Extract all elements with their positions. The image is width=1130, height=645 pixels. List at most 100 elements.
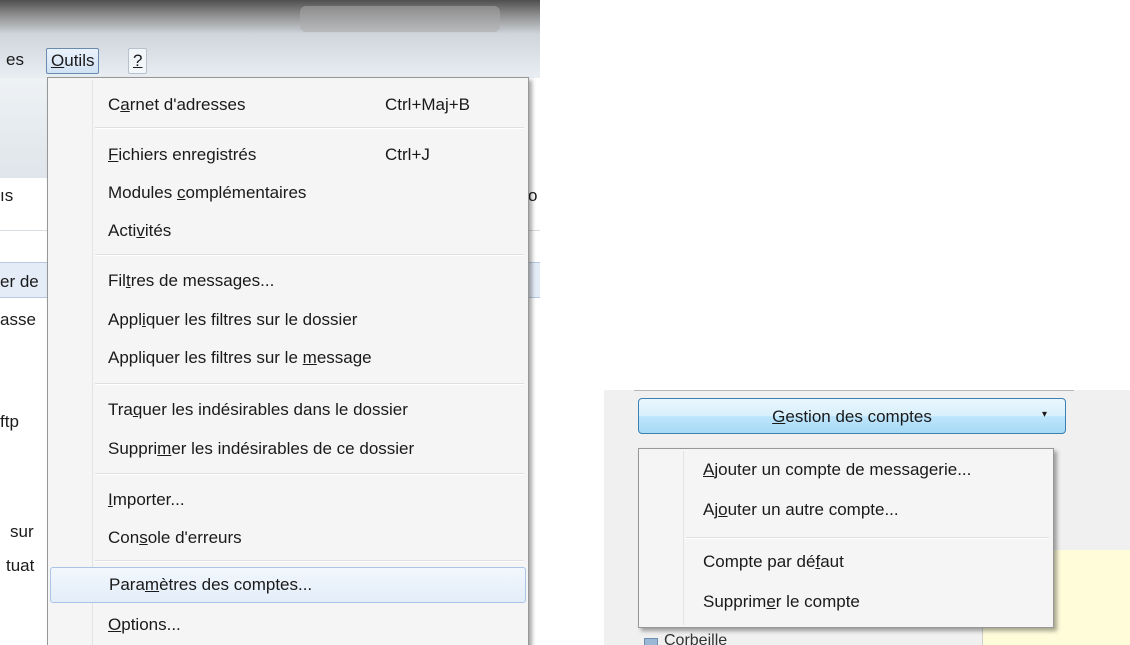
- menu-item-label: Compte par défaut: [703, 552, 844, 572]
- label-text: essage: [316, 348, 372, 367]
- menu-item-shortcut: Ctrl+Maj+B: [385, 95, 471, 114]
- menu-item-label: Carnet d'adresses: [108, 95, 245, 115]
- menu-item-apply-filters-message[interactable]: Appliquer les filtres sur le message: [50, 341, 526, 375]
- menu-item-import[interactable]: Importer...: [50, 483, 526, 517]
- label-text: C: [108, 95, 121, 114]
- label-text: Para: [109, 575, 145, 594]
- label-text: Suppri: [108, 439, 158, 458]
- background-text-fragment: asse: [0, 310, 36, 329]
- menu-item-label: Ajouter un compte de messagerie...: [703, 460, 971, 480]
- menu-item-label: Ajouter un autre compte...: [703, 500, 899, 520]
- menu-separator: [95, 560, 524, 562]
- label-text: ètres des comptes...: [159, 575, 313, 594]
- menu-item-apply-filters-folder[interactable]: Appliquer les filtres sur le dossier: [50, 303, 526, 337]
- label-text: rnet d'adresses: [129, 95, 246, 114]
- mnemonic: F: [108, 145, 119, 164]
- label-text: jouter un compte de messagerie...: [714, 460, 972, 479]
- menu-separator: [95, 383, 524, 385]
- menu-item-message-filters[interactable]: Filtres de messages...: [50, 264, 526, 298]
- label-text: Tra: [108, 400, 133, 419]
- menu-separator: [95, 473, 524, 475]
- menu-item-label: Supprimer le compte: [703, 592, 860, 612]
- label-text: Appliquer les filtres sur le: [108, 348, 303, 367]
- label-text: Aj: [703, 500, 719, 519]
- label-text: estion des comptes: [785, 407, 932, 426]
- menu-item-label: Activités: [108, 221, 171, 241]
- menu-item-default-account[interactable]: Compte par défaut: [641, 545, 1051, 579]
- background-text-fragment: er de: [0, 272, 39, 291]
- account-management-dropdown: Ajouter un compte de messagerie... Ajout…: [638, 448, 1054, 628]
- mnemonic: v: [136, 221, 145, 240]
- menu-item-label: Appliquer les filtres sur le message: [108, 348, 372, 368]
- menubar-item-partial[interactable]: es: [2, 48, 28, 72]
- menu-item-shortcut: Ctrl+J: [385, 145, 430, 164]
- mnemonic: m: [302, 348, 317, 367]
- label-text: quer les filtres sur le dossier: [145, 310, 358, 329]
- menubar-item-help[interactable]: ?: [128, 48, 148, 74]
- menu-item-track-junk[interactable]: Traquer les indésirables dans le dossier: [50, 393, 526, 427]
- background-text-fragment: sur: [10, 522, 34, 541]
- menu-item-label: Options...: [108, 615, 181, 635]
- menu-item-saved-files[interactable]: Fichiers enregistrés Ctrl+J: [50, 138, 526, 172]
- label-text: Appl: [108, 310, 143, 329]
- menu-item-address-book[interactable]: Carnet d'adresses Ctrl+Maj+B: [50, 88, 526, 122]
- menu-item-options[interactable]: Options...: [50, 608, 526, 642]
- mnemonic: G: [772, 407, 786, 426]
- label-text: ptions...: [121, 615, 181, 634]
- menu-item-error-console[interactable]: Console d'erreurs: [50, 521, 526, 555]
- menubar-item-outils[interactable]: Outils: [46, 48, 100, 74]
- label-text: res de messages...: [130, 271, 275, 290]
- label-text: omplémentaires: [185, 183, 307, 202]
- mnemonic: m: [157, 439, 172, 458]
- menu-item-label: Supprimer les indésirables de ce dossier: [108, 439, 414, 459]
- menu-item-delete-junk[interactable]: Supprimer les indésirables de ce dossier: [50, 432, 526, 466]
- mnemonic: O: [108, 615, 122, 634]
- label-text: mporter...: [112, 490, 185, 509]
- label-text: ole d'erreurs: [147, 528, 242, 547]
- menu-item-label: Filtres de messages...: [108, 271, 274, 291]
- outils-dropdown-menu: Carnet d'adresses Ctrl+Maj+B Fichiers en…: [47, 77, 529, 645]
- menu-item-add-other-account[interactable]: Ajouter un autre compte...: [641, 493, 1051, 527]
- menu-separator: [95, 127, 524, 129]
- account-management-button[interactable]: Gestion des comptes ▾: [638, 398, 1066, 434]
- accounts-menu-screenshot: Corbeille Gestion des comptes ▾ Ajouter …: [604, 376, 1130, 645]
- label-text: uter un autre compte...: [727, 500, 899, 519]
- label-text: Acti: [108, 221, 137, 240]
- label-text: ités: [144, 221, 172, 240]
- background-text-fragment: ftp: [0, 412, 19, 431]
- menu-item-label: Fichiers enregistrés: [108, 145, 256, 165]
- menu-item-activities[interactable]: Activités: [50, 214, 526, 248]
- titlebar-blur: [300, 6, 500, 32]
- menu-item-add-mail-account[interactable]: Ajouter un compte de messagerie...: [641, 453, 1051, 487]
- label-text: Compte par dé: [703, 552, 816, 571]
- menubar-item-label: utils: [64, 51, 95, 70]
- background-text-fragment: o: [528, 186, 538, 205]
- label-text: r le compte: [775, 592, 860, 611]
- mnemonic: s: [139, 528, 148, 547]
- label-text: Supprim: [703, 592, 767, 611]
- pane-divider: [634, 390, 1074, 391]
- menu-item-label: Modules complémentaires: [108, 183, 306, 203]
- menu-item-account-settings[interactable]: Paramètres des comptes...: [50, 567, 526, 603]
- mnemonic: e: [766, 592, 776, 611]
- menu-item-add-ons[interactable]: Modules complémentaires: [50, 176, 526, 210]
- mnemonic: q: [132, 400, 143, 419]
- dropdown-caret-icon: ▾: [1041, 409, 1047, 420]
- background-text-fragment: ıs: [0, 186, 14, 205]
- menu-item-label: Console d'erreurs: [108, 528, 242, 548]
- mnemonic: a: [120, 95, 130, 114]
- label-text: aut: [820, 552, 844, 571]
- button-label: Gestion des comptes: [639, 407, 1065, 427]
- menubar-item-label: ?: [133, 51, 143, 70]
- trash-folder-icon: [644, 638, 658, 645]
- menu-item-label: Paramètres des comptes...: [109, 575, 312, 595]
- menu-item-label: Appliquer les filtres sur le dossier: [108, 310, 357, 330]
- toolbar-background: [0, 78, 48, 178]
- outils-menu-screenshot: es Outils ? ıs er de asse ftp sur tuat o…: [0, 0, 540, 645]
- label-text: er les indésirables de ce dossier: [171, 439, 415, 458]
- menu-item-label: Traquer les indésirables dans le dossier: [108, 400, 408, 420]
- menu-item-delete-account[interactable]: Supprimer le compte: [641, 585, 1051, 619]
- label-text: uer les indésirables dans le dossier: [142, 400, 408, 419]
- label-text: Con: [108, 528, 140, 547]
- folder-item-trash[interactable]: Corbeille: [664, 632, 727, 645]
